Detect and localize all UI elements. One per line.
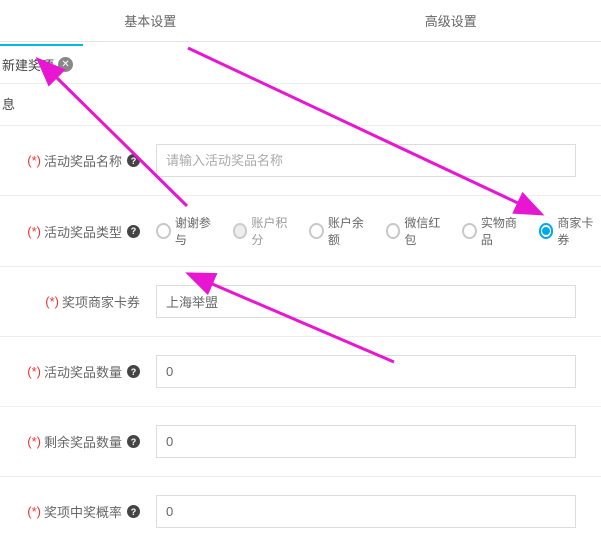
row-win-rate: (*) 奖项中奖概率 ? xyxy=(0,477,601,546)
control-prize-qty xyxy=(148,355,601,388)
row-coupon: (*) 奖项商家卡券 xyxy=(0,267,601,337)
label-win-rate: (*) 奖项中奖概率 ? xyxy=(0,502,148,521)
control-win-rate xyxy=(148,495,601,528)
help-icon[interactable]: ? xyxy=(127,154,140,167)
row-prize-name: (*) 活动奖品名称 ? xyxy=(0,126,601,196)
close-icon[interactable]: ✕ xyxy=(58,57,73,72)
radio-icon xyxy=(386,223,401,239)
radio-thanks[interactable]: 谢谢参与 xyxy=(156,214,219,248)
sub-tab-label: 新建奖项 xyxy=(2,55,54,74)
prize-name-input[interactable] xyxy=(156,144,576,177)
label-remain-qty: (*) 剩余奖品数量 ? xyxy=(0,432,148,451)
tab-advanced[interactable]: 高级设置 xyxy=(301,0,601,41)
required-marker: (*) xyxy=(27,434,41,449)
row-prize-type: (*) 活动奖品类型 ? 谢谢参与 账户积分 账户余额 微信红包 xyxy=(0,196,601,267)
radio-label: 账户余额 xyxy=(328,214,372,248)
label-text: 活动奖品名称 xyxy=(44,151,122,170)
radio-label: 微信红包 xyxy=(404,214,448,248)
label-text: 奖项商家卡券 xyxy=(62,292,140,311)
radio-icon xyxy=(539,223,554,239)
radio-icon xyxy=(156,223,171,239)
help-icon[interactable]: ? xyxy=(127,365,140,378)
label-prize-name: (*) 活动奖品名称 ? xyxy=(0,151,148,170)
prize-qty-input[interactable] xyxy=(156,355,576,388)
required-marker: (*) xyxy=(27,153,41,168)
required-marker: (*) xyxy=(27,504,41,519)
label-text: 活动奖品类型 xyxy=(44,222,122,241)
tabs-row: 基本设置 高级设置 xyxy=(0,0,601,42)
help-icon[interactable]: ? xyxy=(127,505,140,518)
help-icon[interactable]: ? xyxy=(127,435,140,448)
control-prize-name xyxy=(148,144,601,177)
radio-icon xyxy=(462,223,477,239)
coupon-input[interactable] xyxy=(156,285,576,318)
label-prize-type: (*) 活动奖品类型 ? xyxy=(0,222,148,241)
radio-label: 商家卡券 xyxy=(557,214,601,248)
sub-tab-row: 新建奖项 ✕ xyxy=(0,44,601,83)
row-prize-qty: (*) 活动奖品数量 ? xyxy=(0,337,601,407)
required-marker: (*) xyxy=(45,294,59,309)
radio-label: 账户积分 xyxy=(251,214,295,248)
radio-group-prize-type: 谢谢参与 账户积分 账户余额 微信红包 实物商品 商家卡券 xyxy=(156,214,601,248)
help-icon[interactable]: ? xyxy=(127,225,140,238)
radio-icon xyxy=(309,223,324,239)
remain-qty-input[interactable] xyxy=(156,425,576,458)
radio-icon xyxy=(233,223,248,239)
required-marker: (*) xyxy=(27,224,41,239)
radio-physical[interactable]: 实物商品 xyxy=(462,214,525,248)
sub-tab-new-prize[interactable]: 新建奖项 ✕ xyxy=(0,44,83,83)
radio-balance[interactable]: 账户余额 xyxy=(309,214,372,248)
control-coupon xyxy=(148,285,601,318)
row-remain-qty: (*) 剩余奖品数量 ? xyxy=(0,407,601,477)
radio-wechat[interactable]: 微信红包 xyxy=(386,214,449,248)
label-coupon: (*) 奖项商家卡券 xyxy=(0,292,148,311)
section-heading-partial: 息 xyxy=(0,84,601,126)
label-text: 剩余奖品数量 xyxy=(44,432,122,451)
label-text: 活动奖品数量 xyxy=(44,362,122,381)
radio-coupon[interactable]: 商家卡券 xyxy=(539,214,601,248)
control-remain-qty xyxy=(148,425,601,458)
control-prize-type: 谢谢参与 账户积分 账户余额 微信红包 实物商品 商家卡券 xyxy=(148,214,601,248)
radio-label: 谢谢参与 xyxy=(175,214,219,248)
win-rate-input[interactable] xyxy=(156,495,576,528)
label-text: 奖项中奖概率 xyxy=(44,502,122,521)
label-prize-qty: (*) 活动奖品数量 ? xyxy=(0,362,148,381)
radio-label: 实物商品 xyxy=(481,214,525,248)
tab-basic[interactable]: 基本设置 xyxy=(0,0,301,41)
required-marker: (*) xyxy=(27,364,41,379)
radio-points[interactable]: 账户积分 xyxy=(233,214,296,248)
